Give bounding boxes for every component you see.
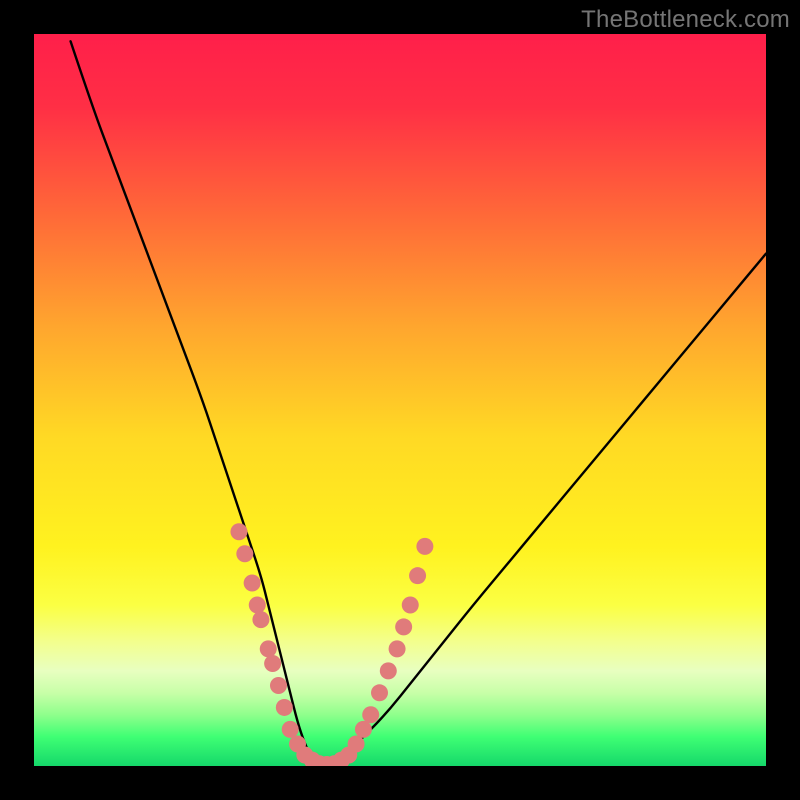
curve-marker — [264, 655, 281, 672]
curve-marker — [252, 611, 269, 628]
curve-marker — [249, 596, 266, 613]
curve-marker — [276, 699, 293, 716]
curve-marker — [395, 618, 412, 635]
curve-marker — [282, 721, 299, 738]
curve-marker — [380, 662, 397, 679]
watermark-text: TheBottleneck.com — [581, 6, 790, 34]
curve-marker — [389, 640, 406, 657]
curve-marker — [230, 523, 247, 540]
chart-frame: TheBottleneck.com — [0, 0, 800, 800]
curve-marker — [244, 575, 261, 592]
chart-svg — [34, 34, 766, 766]
curve-marker — [260, 640, 277, 657]
curve-marker — [355, 721, 372, 738]
curve-marker — [409, 567, 426, 584]
plot-area — [34, 34, 766, 766]
curve-marker — [371, 684, 388, 701]
curve-marker — [362, 706, 379, 723]
curve-marker — [236, 545, 253, 562]
curve-marker — [270, 677, 287, 694]
curve-marker — [416, 538, 433, 555]
curve-marker — [348, 736, 365, 753]
curve-marker — [402, 596, 419, 613]
